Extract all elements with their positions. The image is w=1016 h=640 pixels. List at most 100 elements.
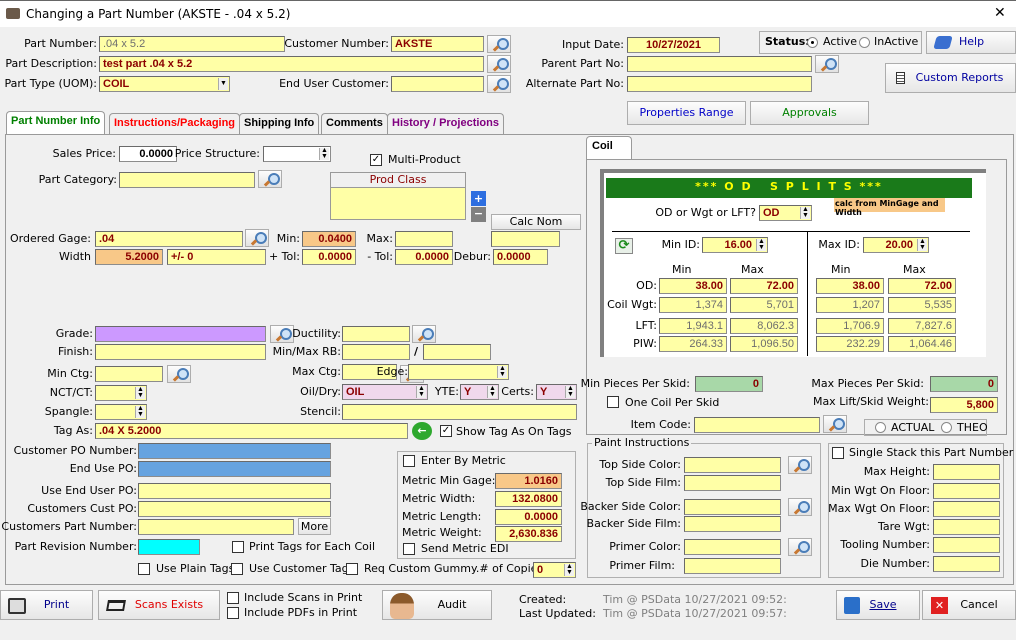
coil-split-value[interactable]: 72.00	[730, 278, 798, 294]
refresh-icon[interactable]: ⟳	[615, 238, 633, 254]
part-number-field[interactable]: .04 x 5.2	[99, 36, 285, 52]
description-search-icon[interactable]	[487, 55, 511, 73]
audit-button[interactable]: Audit	[382, 590, 492, 620]
single-stack-checkbox[interactable]	[832, 447, 844, 459]
coil-split-value[interactable]: 8,062.3	[730, 318, 798, 334]
customers-part-field[interactable]	[138, 519, 294, 535]
spinner-arrows-icon[interactable]: ▲ ▼	[135, 405, 145, 418]
min-id-spinner[interactable]: 16.00 ▲ ▼	[702, 237, 768, 253]
max-height-field[interactable]	[933, 464, 1000, 480]
theo-radio[interactable]	[941, 422, 952, 433]
top-side-color-search-icon[interactable]	[788, 456, 812, 474]
spinner-arrows-icon[interactable]: ▲ ▼	[319, 147, 329, 160]
top-side-film-field[interactable]	[684, 475, 781, 491]
include-scans-checkbox[interactable]	[227, 592, 239, 604]
sales-price-field[interactable]: 0.0000	[119, 146, 177, 162]
ordered-gage-search-icon[interactable]	[245, 229, 269, 247]
ductility-search-icon[interactable]	[412, 325, 436, 343]
show-tag-checkbox[interactable]: ✓	[440, 425, 452, 437]
coil-split-value[interactable]: 72.00	[888, 278, 956, 294]
parent-part-search-icon[interactable]	[815, 55, 839, 73]
copies-spinner[interactable]: 0 ▲ ▼	[533, 562, 576, 578]
save-button[interactable]: Save	[836, 590, 920, 620]
top-side-color-field[interactable]	[684, 457, 781, 473]
tab-comments[interactable]: Comments	[321, 113, 388, 134]
max-id-spinner[interactable]: 20.00 ▲ ▼	[863, 237, 929, 253]
end-user-customer-field[interactable]	[391, 76, 484, 92]
enter-by-metric-checkbox[interactable]	[403, 455, 415, 467]
approvals-button[interactable]: Approvals	[750, 101, 869, 125]
ductility-field[interactable]	[342, 326, 410, 342]
custom-reports-button[interactable]: Custom Reports	[885, 63, 1016, 93]
spinner-arrows-icon[interactable]: ▲ ▼	[565, 385, 575, 398]
max-rb-field[interactable]	[423, 344, 491, 360]
price-structure-spinner[interactable]: ▲ ▼	[263, 146, 331, 162]
primer-color-field[interactable]	[684, 539, 781, 555]
tare-wgt-field[interactable]	[933, 519, 1000, 535]
backer-side-film-field[interactable]	[684, 516, 781, 532]
spinner-arrows-icon[interactable]: ▲ ▼	[135, 386, 145, 399]
primer-film-field[interactable]	[684, 558, 781, 574]
part-category-field[interactable]	[119, 172, 255, 188]
add-prod-class-icon[interactable]: +	[471, 191, 486, 206]
coil-split-value[interactable]: 264.33	[659, 336, 727, 352]
tab-history-projections[interactable]: History / Projections	[387, 113, 504, 134]
coil-split-value[interactable]: 5,701	[730, 297, 798, 313]
multi-product-checkbox[interactable]: ✓	[370, 154, 382, 166]
coil-split-value[interactable]: 5,535	[888, 297, 956, 313]
actual-radio[interactable]	[875, 422, 886, 433]
yte-spinner[interactable]: Y ▲ ▼	[460, 384, 499, 400]
metric-width-field[interactable]: 132.0800	[495, 491, 562, 507]
alternate-part-field[interactable]	[627, 76, 812, 92]
oil-dry-spinner[interactable]: OIL ▲ ▼	[342, 384, 428, 400]
send-metric-edi-checkbox[interactable]	[403, 543, 415, 555]
properties-range-button[interactable]: Properties Range	[627, 101, 746, 125]
grade-search-icon[interactable]	[270, 325, 294, 343]
item-code-search-icon[interactable]	[823, 415, 847, 433]
coil-split-value[interactable]: 1,096.50	[730, 336, 798, 352]
spangle-spinner[interactable]: ▲ ▼	[95, 404, 147, 420]
remove-prod-class-icon[interactable]: −	[471, 207, 486, 222]
cancel-button[interactable]: ✕ Cancel	[922, 590, 1016, 620]
coil-split-value[interactable]: 38.00	[659, 278, 727, 294]
status-active-radio[interactable]	[807, 37, 818, 48]
coil-tab[interactable]: Coil	[586, 136, 632, 160]
status-inactive-radio[interactable]	[859, 37, 870, 48]
primer-color-search-icon[interactable]	[788, 538, 812, 556]
edge-spinner[interactable]: ▲ ▼	[408, 364, 509, 380]
finish-field[interactable]	[95, 344, 266, 360]
spinner-arrows-icon[interactable]: ▲ ▼	[917, 238, 927, 251]
tab-part-number-info[interactable]: Part Number Info	[6, 111, 106, 135]
od-wgt-lft-spinner[interactable]: OD ▲ ▼	[759, 205, 812, 221]
max-gage-field[interactable]	[395, 231, 453, 247]
prod-class-list[interactable]: Prod Class	[330, 172, 466, 220]
coil-split-value[interactable]: 1,207	[816, 297, 884, 313]
backer-side-color-search-icon[interactable]	[788, 498, 812, 516]
ordered-gage-field[interactable]: .04	[95, 231, 243, 247]
coil-split-value[interactable]: 1,943.1	[659, 318, 727, 334]
part-type-select[interactable]: COIL ▼	[99, 76, 230, 92]
parent-part-field[interactable]	[627, 56, 812, 72]
item-code-field[interactable]	[694, 417, 820, 433]
req-custom-gummy-checkbox[interactable]	[346, 563, 358, 575]
plus-tol-field[interactable]: 0.0000	[302, 249, 356, 265]
stencil-field[interactable]	[342, 404, 577, 420]
spinner-arrows-icon[interactable]: ▲ ▼	[564, 563, 574, 576]
min-wgt-floor-field[interactable]	[933, 483, 1000, 499]
tab-shipping-info[interactable]: Shipping Info	[239, 113, 320, 134]
metric-length-field[interactable]: 0.0000	[495, 509, 562, 525]
spinner-arrows-icon[interactable]: ▲ ▼	[497, 365, 507, 378]
input-date-field[interactable]: 10/27/2021	[627, 37, 720, 53]
die-number-field[interactable]	[933, 556, 1000, 572]
coil-split-value[interactable]: 1,374	[659, 297, 727, 313]
debur-field[interactable]: 0.0000	[493, 249, 548, 265]
min-pieces-field[interactable]: 0	[695, 376, 763, 392]
scans-button[interactable]: Scans Exists	[98, 590, 220, 620]
coil-split-value[interactable]: 38.00	[816, 278, 884, 294]
minus-tol-field[interactable]: 0.0000	[395, 249, 453, 265]
metric-min-gage-field[interactable]: 1.0160	[495, 473, 562, 489]
calc-nom-field[interactable]	[491, 231, 560, 247]
grade-field[interactable]	[95, 326, 266, 342]
use-end-user-po-field[interactable]	[138, 483, 331, 499]
end-user-search-icon[interactable]	[487, 75, 511, 93]
